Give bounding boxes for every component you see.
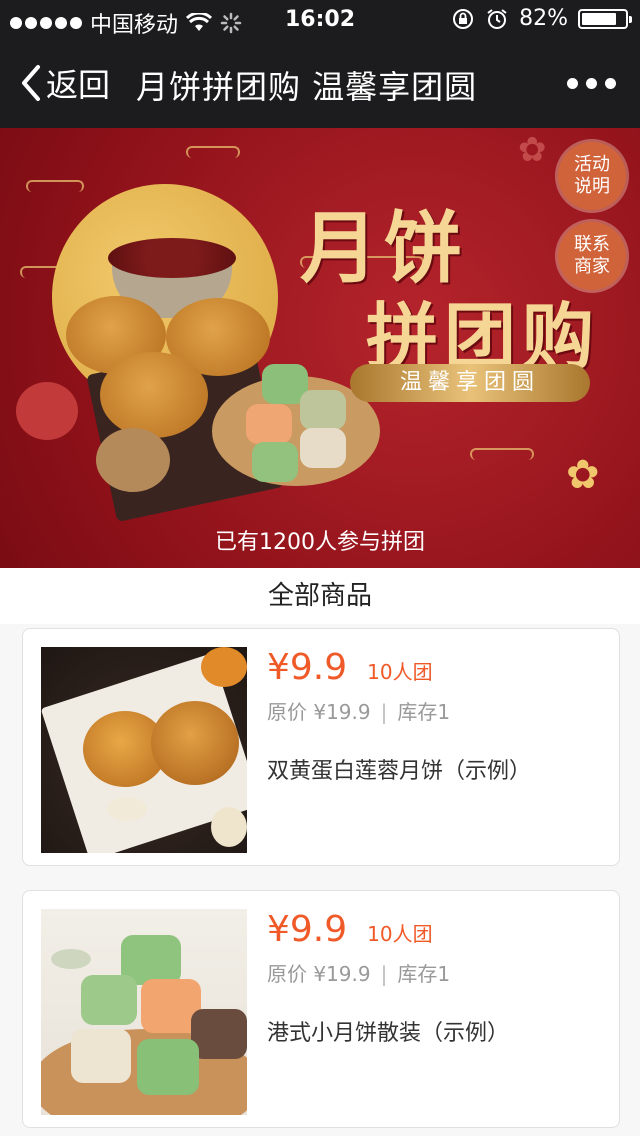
stock-count: 库存1 (397, 700, 451, 724)
product-image (41, 909, 247, 1115)
lychee-illustration (16, 382, 78, 440)
participants-count: 已有1200人参与拼团 (215, 530, 425, 555)
group-size-tag: 10人团 (367, 660, 433, 684)
navigation-bar: 返回 月饼拼团购 温馨享团圆 (0, 40, 640, 128)
product-info: ¥9.9 10人团 原价 ¥19.9 | 库存1 双黄蛋白莲蓉月饼（示例） (267, 647, 603, 785)
stock-count: 库存1 (397, 962, 451, 986)
back-button[interactable]: 返回 (18, 60, 110, 106)
plum-flower-icon: ✿ (518, 130, 547, 170)
battery-icon (578, 8, 632, 29)
battery-percent: 82% (519, 6, 568, 31)
back-chevron-icon (22, 65, 40, 101)
divider: | (380, 962, 388, 986)
back-label: 返回 (46, 66, 111, 104)
contact-merchant-label: 联系商家 (574, 234, 610, 277)
product-info: ¥9.9 10人团 原价 ¥19.9 | 库存1 港式小月饼散装（示例） (267, 909, 603, 1047)
alarm-icon (487, 8, 507, 29)
product-name: 双黄蛋白莲蓉月饼（示例） (267, 759, 532, 784)
activity-info-label: 活动说明 (574, 154, 610, 197)
walnut-illustration (96, 428, 170, 492)
product-card[interactable]: ¥9.9 10人团 原价 ¥19.9 | 库存1 港式小月饼散装（示例） (22, 890, 620, 1128)
product-price: ¥9.9 (267, 647, 348, 688)
cloud-decoration (470, 448, 534, 460)
banner-subtitle: 温馨享团圆 (350, 364, 590, 402)
mini-mooncake (300, 390, 346, 430)
status-right: 82% (451, 6, 632, 31)
product-price: ¥9.9 (267, 909, 348, 950)
mini-mooncake (300, 428, 346, 468)
status-bar: 中国移动 16:02 82% (0, 0, 640, 40)
cloud-decoration (186, 146, 240, 158)
original-price: 原价 ¥19.9 (267, 962, 371, 986)
battery-fill (582, 12, 617, 25)
product-card[interactable]: ¥9.9 10人团 原价 ¥19.9 | 库存1 双黄蛋白莲蓉月饼（示例） (22, 628, 620, 866)
more-icon[interactable] (567, 78, 616, 89)
red-beans-illustration (108, 238, 236, 278)
mooncake-illustration (100, 352, 208, 438)
group-size-tag: 10人团 (367, 922, 433, 946)
section-title: 全部商品 (0, 568, 640, 624)
page-title: 月饼拼团购 温馨享团圆 (136, 68, 478, 106)
mini-mooncake (252, 442, 298, 482)
product-name: 港式小月饼散装（示例） (267, 1021, 510, 1046)
orientation-lock-icon (453, 8, 474, 29)
divider: | (380, 700, 388, 724)
activity-info-button[interactable]: 活动说明 (558, 142, 626, 210)
plum-flower-icon: ✿ (566, 452, 600, 498)
mini-mooncake (246, 404, 292, 444)
cloud-decoration (26, 180, 84, 192)
contact-merchant-button[interactable]: 联系商家 (558, 222, 626, 290)
product-image (41, 647, 247, 853)
original-price: 原价 ¥19.9 (267, 700, 371, 724)
promo-banner: 月饼 拼团购 温馨享团圆 活动说明 联系商家 ✿ ✿ 已有1200人参与拼团 (0, 128, 640, 568)
